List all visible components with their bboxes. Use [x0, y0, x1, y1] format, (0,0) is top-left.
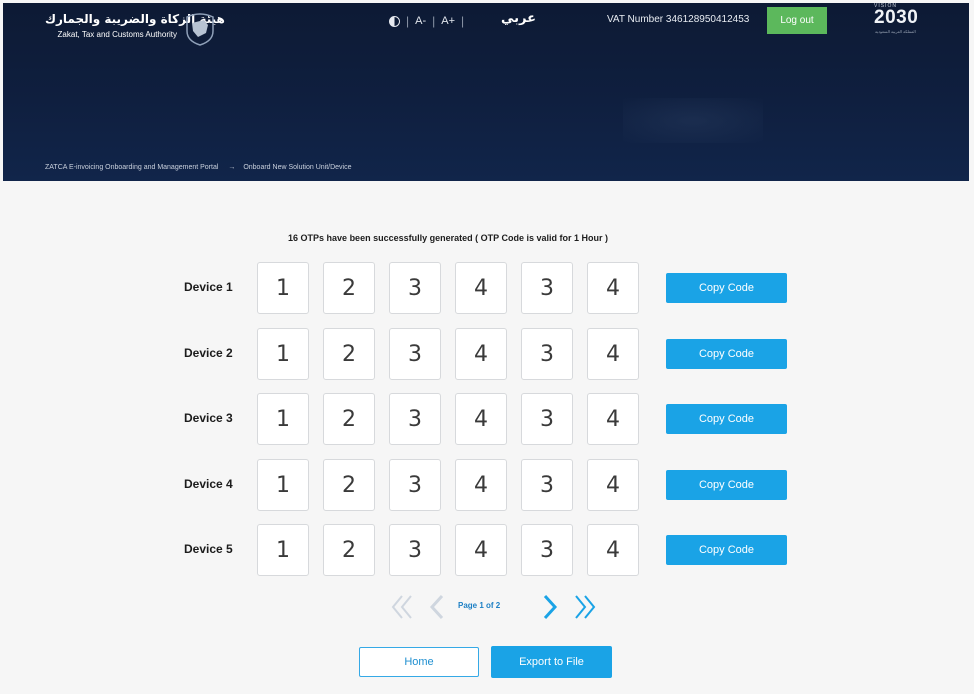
vat-number: VAT Number 346128950412453 [607, 14, 750, 25]
device-row: Device 4 1 2 3 4 3 4 Copy Code [0, 459, 974, 513]
success-message: 16 OTPs have been successfully generated… [288, 233, 608, 243]
device-label: Device 1 [184, 280, 233, 294]
otp-digit-box: 2 [323, 393, 375, 445]
tool-separator: | [406, 14, 410, 28]
otp-digit-box: 2 [323, 459, 375, 511]
copy-code-button[interactable]: Copy Code [666, 535, 787, 565]
otp-digit-box: 4 [587, 328, 639, 380]
vision-2030-logo: VISION 2030 المملكة العربية السعودية [871, 3, 933, 37]
otp-digit-box: 3 [521, 524, 573, 576]
otp-digit-box: 4 [455, 524, 507, 576]
otp-digit-box: 3 [389, 262, 441, 314]
home-button[interactable]: Home [359, 647, 479, 677]
device-row: Device 1 1 2 3 4 3 4 Copy Code [0, 262, 974, 316]
first-page-icon[interactable] [390, 593, 414, 621]
breadcrumb-portal-link[interactable]: ZATCA E-invoicing Onboarding and Managem… [45, 164, 218, 171]
otp-digit-box: 4 [455, 393, 507, 445]
otp-digit-box: 3 [521, 393, 573, 445]
device-label: Device 3 [184, 411, 233, 425]
vision-subtitle: المملكة العربية السعودية [875, 29, 916, 34]
copy-code-button[interactable]: Copy Code [666, 470, 787, 500]
breadcrumb-current-page: Onboard New Solution Unit/Device [243, 164, 352, 171]
copy-code-button[interactable]: Copy Code [666, 273, 787, 303]
logout-button[interactable]: Log out [767, 7, 827, 34]
breadcrumb-arrow-icon: → [228, 164, 236, 171]
device-row: Device 2 1 2 3 4 3 4 Copy Code [0, 328, 974, 382]
otp-digit-box: 1 [257, 262, 309, 314]
otp-digit-box: 1 [257, 328, 309, 380]
otp-digit-box: 4 [455, 262, 507, 314]
device-label: Device 2 [184, 346, 233, 360]
device-label: Device 4 [184, 477, 233, 491]
header-banner: هيئة الزكاة والضريبة والجمارك Zakat, Tax… [3, 3, 969, 181]
otp-digit-box: 1 [257, 393, 309, 445]
page-indicator: Page 1 of 2 [458, 601, 501, 610]
tool-separator: | [432, 14, 436, 28]
last-page-icon[interactable] [573, 593, 597, 621]
otp-digit-box: 3 [389, 524, 441, 576]
authority-logo[interactable]: هيئة الزكاة والضريبة والجمارك Zakat, Tax… [45, 11, 225, 51]
otp-digit-box: 3 [389, 459, 441, 511]
otp-digit-box: 2 [323, 524, 375, 576]
authority-emblem-icon [186, 13, 214, 46]
otp-digit-box: 1 [257, 459, 309, 511]
otp-digit-box: 4 [587, 459, 639, 511]
export-to-file-button[interactable]: Export to File [491, 646, 612, 678]
device-row: Device 5 1 2 3 4 3 4 Copy Code [0, 524, 974, 578]
tool-separator: | [461, 14, 465, 28]
contrast-toggle[interactable] [389, 15, 400, 27]
otp-digit-box: 3 [389, 328, 441, 380]
otp-digit-box: 4 [587, 393, 639, 445]
otp-digit-box: 4 [587, 524, 639, 576]
authority-name-english: Zakat, Tax and Customs Authority [57, 30, 177, 39]
authority-name-arabic: هيئة الزكاة والضريبة والجمارك [45, 12, 225, 26]
decrease-font-button[interactable]: A- [415, 15, 426, 27]
copy-code-button[interactable]: Copy Code [666, 339, 787, 369]
accessibility-tools: | A- | A+ | [389, 12, 470, 30]
device-row: Device 3 1 2 3 4 3 4 Copy Code [0, 393, 974, 447]
otp-digit-box: 4 [455, 459, 507, 511]
header-glow [623, 98, 763, 143]
copy-code-button[interactable]: Copy Code [666, 404, 787, 434]
increase-font-button[interactable]: A+ [441, 15, 455, 27]
otp-digit-box: 2 [323, 328, 375, 380]
otp-digit-box: 4 [587, 262, 639, 314]
otp-digit-box: 1 [257, 524, 309, 576]
previous-page-icon[interactable] [428, 593, 446, 621]
next-page-icon[interactable] [541, 593, 559, 621]
otp-digit-box: 3 [389, 393, 441, 445]
contrast-icon [389, 15, 400, 27]
breadcrumb: ZATCA E-invoicing Onboarding and Managem… [45, 164, 352, 171]
otp-digit-box: 3 [521, 262, 573, 314]
vision-year: 2030 [874, 7, 919, 28]
otp-digit-box: 3 [521, 459, 573, 511]
otp-digit-box: 4 [455, 328, 507, 380]
pagination: Page 1 of 2 [0, 591, 974, 623]
otp-digit-box: 2 [323, 262, 375, 314]
language-toggle[interactable]: عربي [501, 11, 536, 26]
otp-digit-box: 3 [521, 328, 573, 380]
device-label: Device 5 [184, 542, 233, 556]
